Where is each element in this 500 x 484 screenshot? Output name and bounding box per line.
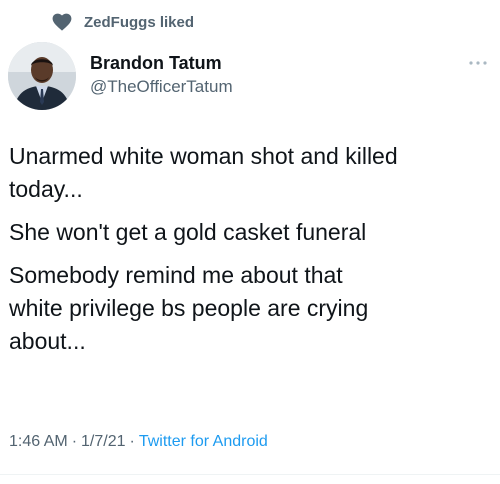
meta-separator: ·: [71, 433, 78, 450]
avatar[interactable]: [8, 42, 76, 110]
divider: [0, 474, 500, 475]
tweet-date[interactable]: 1/7/21: [81, 433, 125, 451]
tweet-metadata: 1:46 AM · 1/7/21 · Twitter for Android: [9, 433, 268, 451]
author-block[interactable]: Brandon Tatum @TheOfficerTatum: [90, 52, 233, 98]
more-options-button[interactable]: [466, 54, 490, 68]
tweet-paragraph: Unarmed white woman shot and killed toda…: [9, 143, 398, 202]
social-context: ZedFuggs liked: [52, 13, 194, 31]
author-display-name[interactable]: Brandon Tatum: [90, 52, 233, 74]
tweet-header: Brandon Tatum @TheOfficerTatum: [8, 42, 492, 112]
tweet-paragraph: She won't get a gold casket funeral: [9, 219, 367, 245]
tweet-paragraph: Somebody remind me about that white priv…: [9, 262, 369, 354]
tweet-text: Unarmed white woman shot and killed toda…: [9, 140, 489, 368]
meta-separator: ·: [129, 433, 135, 450]
heart-icon: [52, 13, 72, 31]
more-options-icon: [469, 52, 487, 70]
social-context-text: ZedFuggs liked: [84, 13, 195, 31]
author-handle[interactable]: @TheOfficerTatum: [90, 76, 233, 98]
tweet-time[interactable]: 1:46 AM: [9, 433, 68, 451]
tweet-source-link[interactable]: Twitter for Android: [139, 433, 268, 451]
tweet-card[interactable]: ZedFuggs liked Brandon Tatum @TheOfficer…: [0, 0, 500, 484]
